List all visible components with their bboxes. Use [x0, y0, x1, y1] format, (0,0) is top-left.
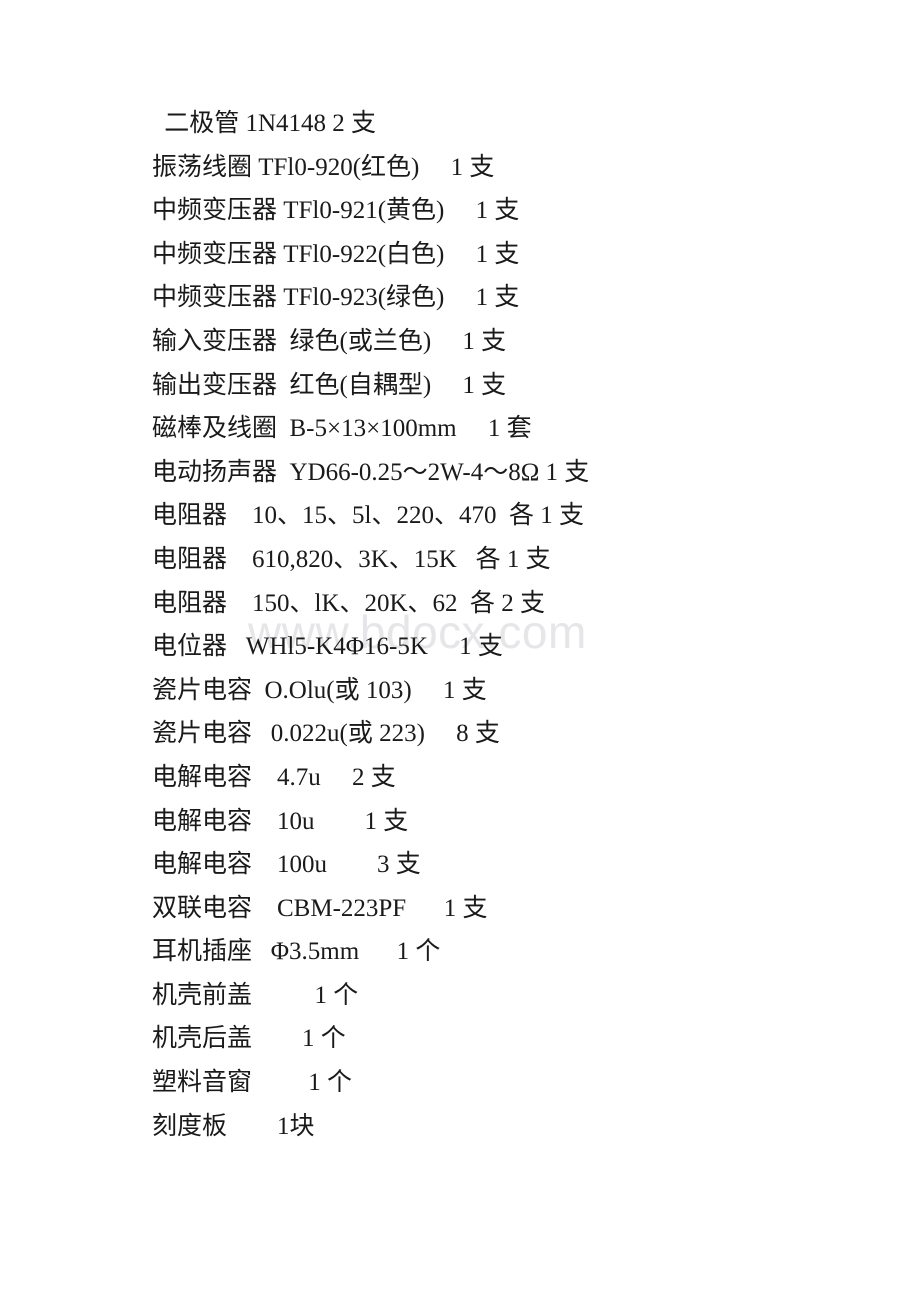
text-line: 电解电容 100u 3 支	[152, 851, 421, 879]
text-line: 电解电容 4.7u 2 支	[152, 763, 396, 791]
document-page: www.bdocx.com 二极管 1N4148 2 支 振荡线圈 TFl0-9…	[0, 0, 920, 1302]
text-line: 耳机插座 Φ3.5mm 1 个	[152, 938, 441, 966]
text-line: 输出变压器 红色(自耦型) 1 支	[152, 371, 507, 399]
text-line: 机壳后盖 1 个	[152, 1025, 346, 1053]
text-line: 电动扬声器 YD66-0.25～2W-4～8Ω 1 支	[152, 458, 590, 486]
text-line: 电位器 WHl5-K4Φ16-5K 1 支	[152, 633, 503, 661]
text-line: 磁棒及线圈 B-5×13×100mm 1 套	[152, 415, 532, 443]
text-line: 二极管 1N4148 2 支	[158, 110, 377, 137]
document-text-body: 二极管 1N4148 2 支 振荡线圈 TFl0-920(红色) 1 支 中频变…	[0, 0, 920, 1148]
text-line: 瓷片电容 O.Olu(或 103) 1 支	[152, 676, 487, 704]
text-line: 中频变压器 TFl0-922(白色) 1 支	[152, 240, 520, 268]
text-line: 塑料音窗 1 个	[152, 1069, 353, 1097]
text-line: 双联电容 CBM-223PF 1 支	[152, 894, 488, 922]
text-line: 中频变压器 TFl0-921(黄色) 1 支	[152, 197, 520, 225]
text-line: 瓷片电容 0.022u(或 223) 8 支	[152, 720, 500, 748]
text-line: 机壳前盖 1 个	[152, 981, 359, 1009]
text-line: 刻度板 1块	[152, 1112, 315, 1140]
text-line: 电阻器 10、15、5l、220、470 各 1 支	[152, 502, 584, 530]
text-line: 振荡线圈 TFl0-920(红色) 1 支	[152, 153, 495, 181]
text-line: 电阻器 150、lK、20K、62 各 2 支	[152, 589, 546, 617]
text-line: 电阻器 610,820、3K、15K 各 1 支	[152, 545, 551, 573]
text-line: 电解电容 10u 1 支	[152, 807, 409, 835]
text-line: 输入变压器 绿色(或兰色) 1 支	[152, 327, 507, 355]
text-line: 中频变压器 TFl0-923(绿色) 1 支	[152, 284, 520, 312]
